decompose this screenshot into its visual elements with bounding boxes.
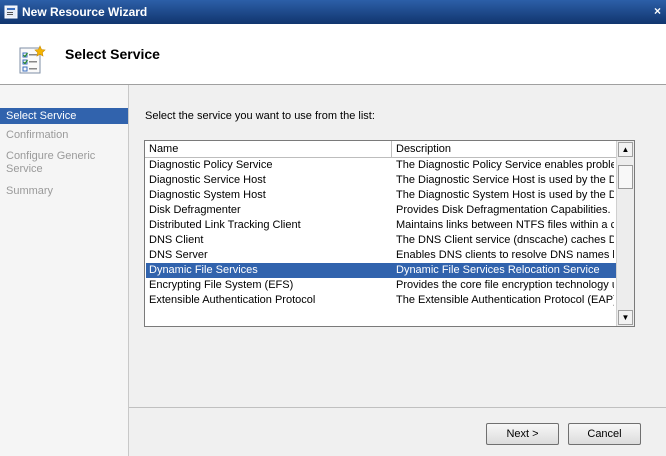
close-button[interactable]: × <box>654 4 666 20</box>
service-description: The Diagnostic Policy Service enables pr… <box>396 159 614 171</box>
table-row[interactable]: Disk Defragmenter Provides Disk Defragme… <box>146 203 616 218</box>
column-divider[interactable] <box>391 141 392 157</box>
wizard-window-icon <box>4 5 18 19</box>
service-name: Dynamic File Services <box>149 264 258 276</box>
column-header-description[interactable]: Description <box>396 143 451 155</box>
footer-divider <box>129 407 666 408</box>
window-title: New Resource Wizard <box>22 5 148 19</box>
title-bar: New Resource Wizard × <box>0 0 666 24</box>
table-row[interactable]: DNS Server Enables DNS clients to resolv… <box>146 248 616 263</box>
service-name: Disk Defragmenter <box>149 204 241 216</box>
table-row[interactable]: Diagnostic Policy Service The Diagnostic… <box>146 158 616 173</box>
list-header: Name Description <box>145 141 616 158</box>
table-row[interactable]: DNS Client The DNS Client service (dnsca… <box>146 233 616 248</box>
table-row[interactable]: Encrypting File System (EFS) Provides th… <box>146 278 616 293</box>
vertical-scrollbar[interactable]: ▲ ▼ <box>616 141 634 326</box>
service-name: Distributed Link Tracking Client <box>149 219 301 231</box>
service-name: DNS Server <box>149 249 208 261</box>
service-description: Dynamic File Services Relocation Service <box>396 264 600 276</box>
table-row[interactable]: Distributed Link Tracking Client Maintai… <box>146 218 616 233</box>
service-listview[interactable]: Name Description Diagnostic Policy Servi… <box>144 140 635 327</box>
next-button[interactable]: Next > <box>486 423 559 445</box>
column-header-name[interactable]: Name <box>149 143 178 155</box>
nav-step-configure-generic-service: Configure Generic Service <box>6 150 96 175</box>
wizard-header: Select Service <box>0 24 666 85</box>
nav-step-select-service[interactable]: Select Service <box>0 108 128 124</box>
instruction-text: Select the service you want to use from … <box>145 110 375 122</box>
service-name: DNS Client <box>149 234 204 246</box>
service-name: Diagnostic Policy Service <box>149 159 273 171</box>
scroll-down-button[interactable]: ▼ <box>618 310 633 325</box>
service-wizard-icon <box>18 45 46 75</box>
nav-step-summary: Summary <box>6 185 54 197</box>
service-description: The Extensible Authentication Protocol (… <box>396 294 614 306</box>
scroll-thumb[interactable] <box>618 165 633 189</box>
wizard-steps-nav: Select Service Confirmation Configure Ge… <box>0 85 129 456</box>
service-name: Diagnostic System Host <box>149 189 266 201</box>
table-row[interactable]: Extensible Authentication Protocol The E… <box>146 293 616 308</box>
nav-step-confirmation: Confirmation <box>6 129 69 141</box>
wizard-window: New Resource Wizard × Select Service Sel… <box>0 0 666 456</box>
arrow-down-icon: ▼ <box>621 313 630 322</box>
service-description: The Diagnostic Service Host is used by t… <box>396 174 614 186</box>
service-description: Provides Disk Defragmentation Capabiliti… <box>396 204 611 216</box>
service-name: Diagnostic Service Host <box>149 174 266 186</box>
service-name: Encrypting File System (EFS) <box>149 279 294 291</box>
table-row[interactable]: Diagnostic Service Host The Diagnostic S… <box>146 173 616 188</box>
service-description: Maintains links between NTFS files withi… <box>396 219 614 231</box>
table-row-selected[interactable]: Dynamic File Services Dynamic File Servi… <box>146 263 616 278</box>
service-description: Enables DNS clients to resolve DNS names… <box>396 249 614 261</box>
main-content: Select the service you want to use from … <box>129 85 666 456</box>
arrow-up-icon: ▲ <box>621 145 630 154</box>
service-name: Extensible Authentication Protocol <box>149 294 316 306</box>
service-description: The Diagnostic System Host is used by th… <box>396 189 614 201</box>
table-row[interactable]: Diagnostic System Host The Diagnostic Sy… <box>146 188 616 203</box>
service-description: The DNS Client service (dnscache) caches… <box>396 234 614 246</box>
scroll-up-button[interactable]: ▲ <box>618 142 633 157</box>
page-title: Select Service <box>65 46 160 62</box>
service-description: Provides the core file encryption techno… <box>396 279 614 291</box>
cancel-button[interactable]: Cancel <box>568 423 641 445</box>
